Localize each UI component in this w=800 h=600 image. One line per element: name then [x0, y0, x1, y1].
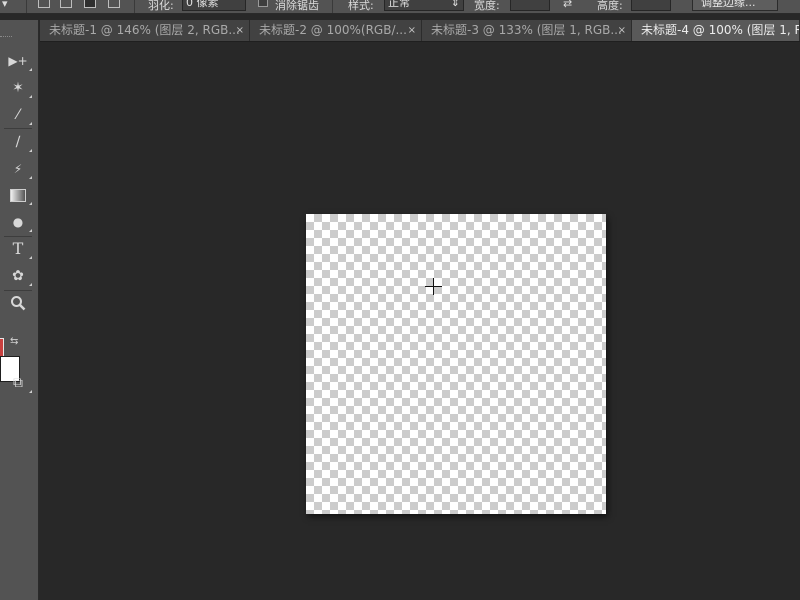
divider: [332, 0, 333, 13]
magic-wand-icon: ✶: [12, 80, 24, 96]
width-label: 宽度:: [474, 0, 500, 12]
add-to-selection-icon[interactable]: [60, 0, 72, 8]
swap-colors-icon[interactable]: ⇆: [10, 336, 18, 347]
flyout-triangle-icon: [29, 256, 32, 259]
flyout-triangle-icon: [29, 95, 32, 98]
history-brush-icon: ⚡: [13, 162, 23, 176]
screen-mode-button[interactable]: ⧉: [6, 372, 32, 394]
feather-input[interactable]: 0 像素: [182, 0, 246, 11]
flyout-triangle-icon: [29, 122, 32, 125]
tab-document-4[interactable]: 未标题-4 @ 100% (图层 1, R: [632, 20, 800, 41]
flyout-triangle-icon: [29, 283, 32, 286]
new-selection-icon[interactable]: [38, 0, 50, 8]
document-canvas[interactable]: [306, 214, 606, 514]
tab-label: 未标题-3 @ 133% (图层 1, RGB...: [431, 23, 622, 37]
flyout-triangle-icon: [29, 176, 32, 179]
flyout-triangle-icon: [29, 68, 32, 71]
divider: [4, 128, 32, 129]
tools-panel: ▶+ ✶ ⁄ ∕ ⚡ ● T ✿ ⇆ ⧉: [0, 20, 39, 600]
flyout-triangle-icon: [29, 202, 32, 205]
flyout-triangle-icon: [29, 390, 32, 393]
eyedropper-icon: ⁄: [16, 107, 20, 123]
width-input[interactable]: [510, 0, 550, 11]
text-tool[interactable]: T: [6, 238, 32, 260]
crosshair-cursor-icon: [425, 278, 442, 295]
select-arrows-icon: ⇕: [450, 0, 460, 9]
tab-document-3[interactable]: 未标题-3 @ 133% (图层 1, RGB... ×: [422, 20, 632, 41]
close-icon[interactable]: ×: [618, 20, 626, 41]
tool-preset-chevron-icon[interactable]: ▾: [2, 0, 8, 10]
move-tool[interactable]: ▶+: [6, 50, 32, 72]
brush-icon: ∕: [15, 134, 21, 150]
type-icon: T: [12, 239, 24, 258]
magic-wand-tool[interactable]: ✶: [6, 77, 32, 99]
screen-mode-icon: ⧉: [13, 375, 23, 391]
dodge-icon: ●: [12, 215, 24, 229]
eyedropper-tool[interactable]: ⁄: [6, 104, 32, 126]
gradient-icon: [10, 189, 26, 202]
flyout-triangle-icon: [29, 229, 32, 232]
divider: [26, 0, 27, 13]
antialias-label: 消除锯齿: [275, 0, 319, 12]
swap-dimensions-icon[interactable]: ⇄: [563, 0, 572, 10]
options-bar: ▾ 羽化: 0 像素 消除锯齿 样式: 正常 ⇕ 宽度: ⇄ 高度: 调整边缘.…: [0, 0, 800, 14]
feather-label: 羽化:: [148, 0, 174, 12]
intersect-selection-icon[interactable]: [108, 0, 120, 8]
document-tabs: 未标题-1 @ 146% (图层 2, RGB... × 未标题-2 @ 100…: [40, 20, 800, 42]
custom-shape-icon: ✿: [12, 268, 24, 284]
style-select[interactable]: 正常 ⇕: [384, 0, 464, 11]
refine-edge-button[interactable]: 调整边缘...: [692, 0, 778, 11]
style-label: 样式:: [348, 0, 374, 12]
shape-tool[interactable]: ✿: [6, 265, 32, 287]
flyout-triangle-icon: [29, 149, 32, 152]
divider: [134, 0, 135, 13]
move-icon: ▶+: [8, 54, 28, 68]
tab-document-1[interactable]: 未标题-1 @ 146% (图层 2, RGB... ×: [40, 20, 250, 41]
tab-label: 未标题-2 @ 100%(RGB/...: [259, 23, 407, 37]
style-select-value: 正常: [388, 0, 410, 9]
gradient-tool[interactable]: [6, 184, 32, 206]
zoom-tool[interactable]: [6, 292, 30, 314]
close-icon[interactable]: ×: [236, 20, 244, 41]
history-brush-tool[interactable]: ⚡: [6, 158, 32, 180]
zoom-icon: [11, 296, 26, 311]
tab-label: 未标题-4 @ 100% (图层 1, R: [641, 23, 800, 37]
divider: [4, 236, 32, 237]
divider: [4, 290, 32, 291]
tab-document-2[interactable]: 未标题-2 @ 100%(RGB/... ×: [250, 20, 422, 41]
brush-tool[interactable]: ∕: [6, 131, 32, 153]
subtract-selection-icon[interactable]: [84, 0, 96, 8]
panel-grip[interactable]: [0, 36, 12, 39]
height-label: 高度:: [597, 0, 623, 12]
tab-label: 未标题-1 @ 146% (图层 2, RGB...: [49, 23, 240, 37]
dodge-tool[interactable]: ●: [6, 211, 32, 233]
height-input[interactable]: [631, 0, 671, 11]
antialias-checkbox[interactable]: [258, 0, 268, 7]
close-icon[interactable]: ×: [408, 20, 416, 41]
